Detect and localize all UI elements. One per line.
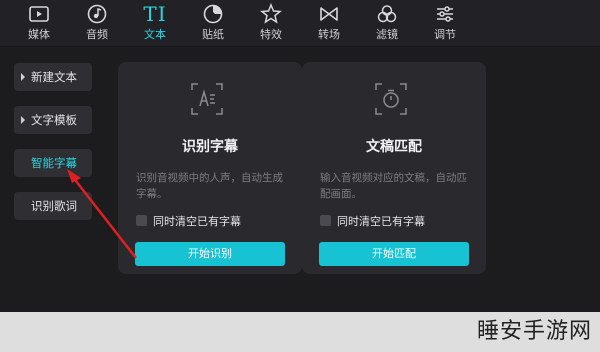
app-root: 媒体 音频 TI 文本 贴纸 特效 转场 滤镜 调节 新建文本 文字模板 智能字… (0, 0, 600, 352)
watermark-text: 睡安手游网 (476, 319, 592, 344)
annotation-arrow (67, 169, 137, 259)
